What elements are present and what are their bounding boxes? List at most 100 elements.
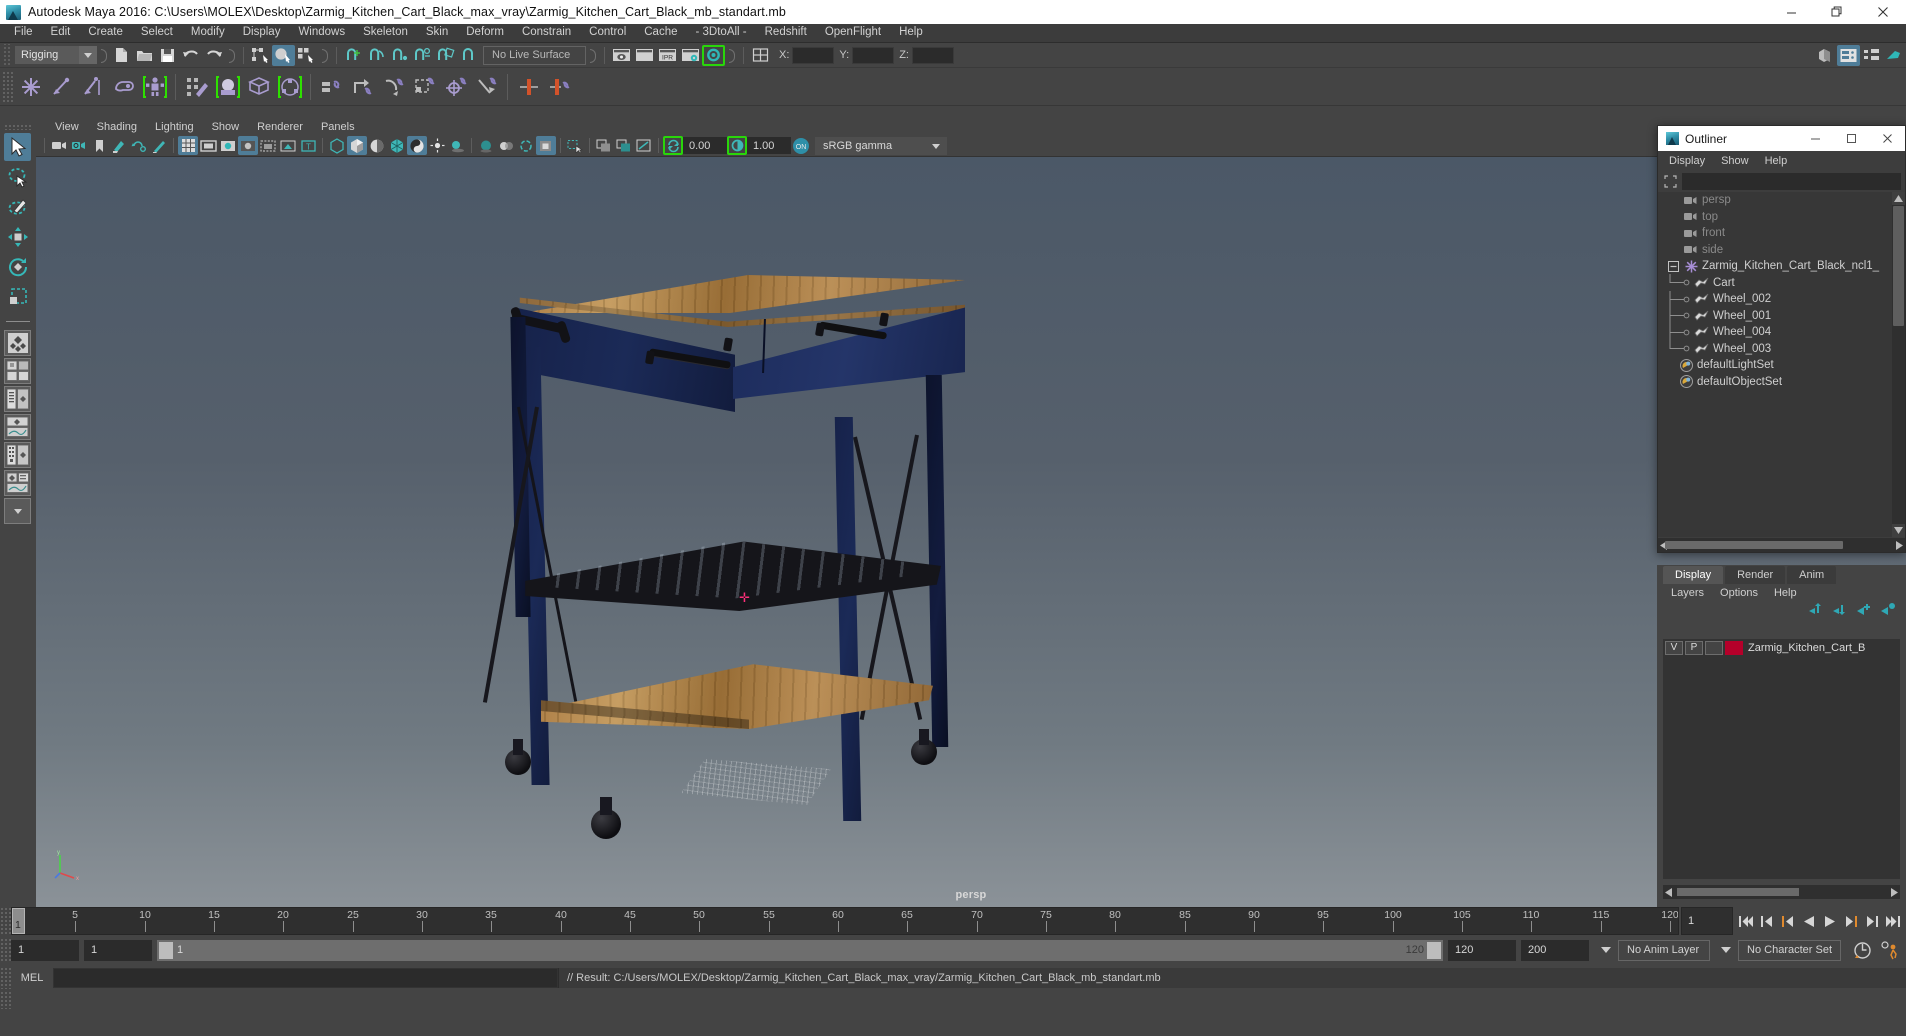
layer-color-swatch[interactable] (1725, 640, 1743, 655)
select-camera-icon[interactable] (49, 136, 69, 155)
grease-pencil-icon[interactable] (149, 136, 169, 155)
scroll-right-icon[interactable] (1891, 887, 1898, 897)
menu-display[interactable]: Display (234, 24, 290, 42)
outliner-menu-help[interactable]: Help (1757, 153, 1796, 169)
snap-to-curves-icon[interactable] (365, 45, 388, 66)
pole-vector-constraint-icon[interactable] (471, 71, 502, 103)
exposure-value[interactable]: 0.00 (683, 137, 727, 154)
range-slider-grip[interactable] (0, 938, 11, 962)
animation-start-time-field[interactable]: 1 (11, 939, 79, 961)
outliner-row-wheel-004[interactable]: Wheel_004 (1658, 323, 1892, 341)
layer-visibility-toggle[interactable]: V (1665, 640, 1683, 655)
command-line-input[interactable] (53, 967, 558, 988)
go-to-end-icon[interactable] (1883, 910, 1903, 932)
outliner-maximize-button[interactable] (1833, 126, 1869, 151)
make-live-icon[interactable] (457, 45, 480, 66)
exposure-toggle-icon[interactable] (663, 136, 683, 155)
snap-to-grids-icon[interactable] (342, 45, 365, 66)
outliner-scroll-thumb[interactable] (1893, 206, 1904, 326)
render-settings-icon[interactable] (679, 45, 702, 66)
scroll-left-icon[interactable] (1665, 887, 1672, 897)
outliner-row-wheel-001[interactable]: Wheel_001 (1658, 307, 1892, 325)
depth-of-field-icon[interactable] (536, 136, 556, 155)
persp-graph-outliner-layout-icon[interactable] (4, 470, 31, 496)
auto-key-icon[interactable] (1853, 941, 1872, 960)
persp-outliner-layout-icon[interactable] (4, 386, 31, 412)
character-set-selector[interactable]: No Character Set (1738, 939, 1841, 961)
show-hide-attribute-editor-icon[interactable] (1837, 44, 1860, 66)
command-language-label[interactable]: MEL (11, 972, 53, 984)
redo-icon[interactable] (202, 45, 225, 66)
select-by-hierarchy-icon[interactable] (249, 45, 272, 66)
menu-set-dropdown-icon[interactable] (79, 46, 97, 64)
display-layer-list[interactable]: V P Zarmig_Kitchen_Cart_B (1663, 639, 1900, 879)
mirror-skin-weights-icon[interactable] (544, 71, 575, 103)
outliner-filter-icon[interactable] (1662, 173, 1679, 190)
help-line-grip[interactable] (0, 991, 11, 1009)
outliner-search-input[interactable] (1682, 172, 1901, 190)
maximize-restore-button[interactable] (1814, 0, 1860, 24)
aim-constraint-icon[interactable] (440, 71, 471, 103)
go-to-start-icon[interactable] (1736, 910, 1756, 932)
resolution-gate-icon[interactable] (218, 136, 238, 155)
menu-modify[interactable]: Modify (182, 24, 234, 42)
camera-attributes-icon[interactable] (69, 136, 89, 155)
orient-constraint-icon[interactable] (378, 71, 409, 103)
new-scene-icon[interactable] (110, 45, 133, 66)
menu-create[interactable]: Create (79, 24, 132, 42)
select-by-object-type-icon[interactable] (272, 44, 295, 66)
outliner-row-group[interactable]: Zarmig_Kitchen_Cart_Black_ncl1_ (1658, 258, 1892, 275)
live-surface-field[interactable]: No Live Surface (483, 45, 586, 65)
more-layouts-button[interactable] (4, 498, 31, 524)
layer-menu-layers[interactable]: Layers (1663, 586, 1712, 600)
statusline-collapse-5[interactable] (727, 46, 736, 65)
perspective-viewport[interactable]: ✛ y x persp Symmetry: Off Soft Sele (36, 157, 1906, 907)
select-by-component-type-icon[interactable] (295, 45, 318, 66)
multisample-anti-aliasing-icon[interactable] (516, 136, 536, 155)
statusline-collapse-1[interactable] (99, 46, 108, 65)
create-deformer-icon[interactable] (212, 71, 243, 103)
outliner-row-persp[interactable]: persp (1658, 192, 1892, 209)
panel-menu-show[interactable]: Show (203, 120, 249, 134)
toggle-input-fields-icon[interactable] (749, 45, 772, 66)
parent-constraint-icon[interactable] (316, 71, 347, 103)
time-slider[interactable]: 1 5 10 15 20 25 30 35 40 45 50 55 60 65 70 75 80 85 90 95 1… (11, 907, 1679, 935)
smooth-shade-all-icon[interactable] (347, 136, 367, 155)
play-forwards-icon[interactable] (1820, 910, 1840, 932)
layer-shading-toggle[interactable] (1705, 640, 1723, 655)
anim-layer-selector[interactable]: No Anim Layer (1618, 939, 1711, 961)
show-grid-icon[interactable] (178, 136, 198, 155)
character-set-dropdown-icon[interactable] (1721, 947, 1732, 953)
hypershade-render-view-icon[interactable] (702, 44, 725, 66)
outliner-hscroll-thumb[interactable] (1665, 541, 1843, 549)
minimize-button[interactable] (1768, 0, 1814, 24)
menu-edit[interactable]: Edit (42, 24, 80, 42)
outliner-menu-show[interactable]: Show (1713, 153, 1757, 169)
undo-icon[interactable] (179, 45, 202, 66)
select-tool-icon[interactable] (4, 133, 31, 161)
show-hide-channel-box-icon[interactable] (1860, 45, 1883, 66)
panel-menu-renderer[interactable]: Renderer (248, 120, 312, 134)
layer-menu-help[interactable]: Help (1766, 586, 1805, 600)
wireframe-on-shaded-icon[interactable] (387, 136, 407, 155)
cluster-deformer-icon[interactable] (274, 71, 305, 103)
color-management-selector[interactable]: sRGB gamma (815, 136, 947, 155)
lattice-deformer-icon[interactable] (243, 71, 274, 103)
save-scene-icon[interactable] (156, 45, 179, 66)
show-hide-modeling-toolkit-icon[interactable] (1814, 45, 1837, 66)
film-gate-icon[interactable] (198, 136, 218, 155)
xray-joints-icon[interactable] (278, 136, 298, 155)
statusline-collapse-4[interactable] (588, 46, 597, 65)
bookmark-icon[interactable] (89, 136, 109, 155)
current-frame-field[interactable]: 1 (1681, 907, 1733, 935)
close-button[interactable] (1860, 0, 1906, 24)
statusline-collapse-2[interactable] (227, 46, 236, 65)
menu-windows[interactable]: Windows (289, 24, 354, 42)
outliner-vertical-scrollbar[interactable] (1892, 192, 1905, 537)
textured-mode-icon[interactable] (407, 136, 427, 155)
redo-previous-render-icon[interactable] (633, 45, 656, 66)
single-perspective-layout-icon[interactable] (4, 330, 31, 356)
isolate-select-icon[interactable] (565, 136, 585, 155)
scroll-up-icon[interactable] (1892, 192, 1905, 205)
step-forward-frame-icon[interactable] (1841, 910, 1861, 932)
